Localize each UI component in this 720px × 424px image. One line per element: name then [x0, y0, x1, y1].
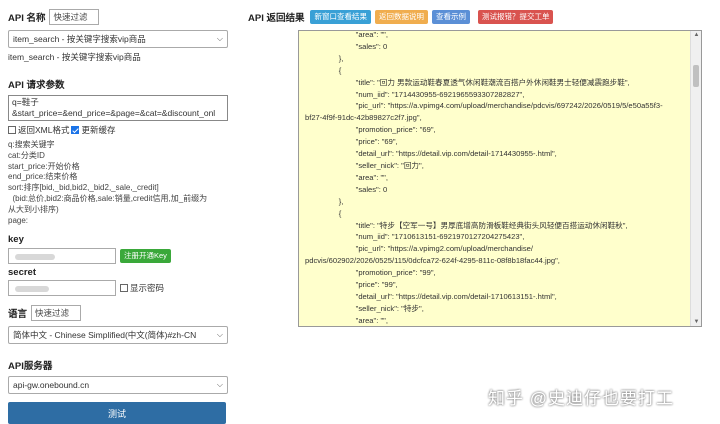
help-line: end_price:结束价格: [8, 172, 78, 182]
api-filter-input[interactable]: 快速过滤: [49, 9, 100, 25]
scrollbar[interactable]: ▲ ▼: [690, 31, 701, 326]
chevron-down-icon: ⌵: [216, 330, 223, 340]
help-line: page:: [8, 215, 29, 225]
chevron-down-icon: ⌵: [216, 380, 223, 390]
json-line: "num_iid": "1714430955-69219655933072828…: [305, 89, 525, 99]
request-panel: API 名称 快速过滤 item_search - 按关键字搜索vip商品 ⌵ …: [8, 8, 232, 424]
json-line: },: [305, 196, 344, 206]
key-label: key: [8, 234, 24, 246]
params-textarea[interactable]: q=鞋子 &start_price=&end_price=&page=&cat=&…: [8, 95, 228, 121]
scroll-up-icon[interactable]: ▲: [691, 32, 701, 38]
language-select[interactable]: 简体中文 - Chinese Simplified(中文(简体)#zh-CN ⌵: [8, 326, 228, 345]
json-line: },: [305, 53, 344, 63]
api-description: item_search - 按关键字搜索vip商品: [8, 52, 141, 62]
json-line: pdcvis/602902/2026/0525/115/0dcfca72-624…: [305, 256, 560, 266]
json-line: "area": "",: [305, 30, 388, 39]
json-line: "price": "99",: [305, 280, 398, 290]
result-toolbar: API 返回结果 新窗口查看结果 返回数据说明 查看示例 测试报错？提交工单: [248, 10, 554, 24]
result-json: "area": "", "sales": 0 }, { "title": "回力…: [305, 30, 689, 326]
secret-label: secret: [8, 267, 36, 279]
key-row: 注册开通Key: [8, 248, 232, 265]
xml-label: 返回XML格式: [18, 125, 70, 135]
api-name-row: API 名称 快速过滤: [8, 8, 232, 26]
json-line: "seller_nick": "特步",: [305, 303, 424, 313]
language-label: 语言: [8, 309, 28, 321]
json-line: "sales": 0: [305, 41, 388, 51]
language-filter-input[interactable]: 快速过滤: [31, 305, 82, 322]
json-line: "title": "回力 男款运动鞋春夏透气休闲鞋潮流百搭户外休闲鞋男士轻便减震…: [305, 77, 630, 87]
language-row: 语言 快速过滤: [8, 304, 232, 322]
json-line: {: [305, 65, 342, 75]
masked-value: [15, 254, 55, 261]
test-button[interactable]: 测试: [8, 402, 226, 424]
help-line: cat:分类ID: [8, 150, 45, 160]
json-line: "promotion_price": "69",: [305, 125, 436, 135]
api-select-value: item_search - 按关键字搜索vip商品: [13, 34, 146, 44]
help-line: start_price:开始价格: [8, 161, 80, 171]
server-select[interactable]: api-gw.onebound.cn ⌵: [8, 376, 228, 395]
key-input[interactable]: [8, 248, 116, 265]
json-line: "num_iid": "1710613151-69219701272042754…: [305, 232, 525, 242]
help-line: q:搜索关键字: [8, 140, 55, 149]
json-line: "detail_url": "https://detail.vip.com/de…: [305, 149, 557, 159]
json-line: "area": "",: [305, 315, 388, 325]
data-description-button[interactable]: 返回数据说明: [374, 10, 428, 24]
params-line-1: q=鞋子: [12, 97, 39, 107]
options-row: 返回XML格式 更新缓存: [8, 124, 232, 136]
submit-ticket-button[interactable]: 测试报错？提交工单: [477, 10, 554, 24]
open-new-window-button[interactable]: 新窗口查看结果: [310, 10, 371, 24]
scrollbar-thumb[interactable]: [693, 65, 699, 87]
server-label: API服务器: [8, 361, 53, 373]
language-select-value: 简体中文 - Chinese Simplified(中文(简体)#zh-CN: [13, 330, 197, 341]
help-line: sort:排序[bid,_bid,bid2,_bid2,_sale,_credi…: [8, 183, 159, 193]
result-textarea[interactable]: "area": "", "sales": 0 }, { "title": "回力…: [298, 30, 702, 327]
result-header: API 返回结果 新窗口查看结果 返回数据说明 查看示例 测试报错？提交工单: [248, 10, 554, 24]
show-password-label: 显示密码: [130, 283, 165, 294]
secret-row: 显示密码: [8, 280, 232, 297]
result-title: API 返回结果: [248, 13, 305, 24]
json-line: "sales": 0: [305, 184, 388, 194]
params-label: API 请求参数: [8, 80, 65, 91]
secret-input[interactable]: [8, 280, 116, 297]
view-example-button[interactable]: 查看示例: [431, 10, 470, 24]
show-password-checkbox[interactable]: [120, 284, 128, 293]
params-line-2: &start_price=&end_price=&page=&cat=&disc…: [12, 108, 216, 118]
json-line: "pic_url": "https://a.vpimg4.com/upload/…: [305, 101, 663, 111]
json-line: "pic_url": "https://a.vpimg2.com/upload/…: [305, 244, 533, 254]
api-select[interactable]: item_search - 按关键字搜索vip商品 ⌵: [8, 30, 228, 48]
json-line: "seller_nick": "回力",: [305, 160, 424, 170]
chevron-down-icon: ⌵: [216, 34, 223, 43]
cache-checkbox[interactable]: [71, 126, 80, 134]
watermark: 知乎 @史迪仔也要打工: [488, 389, 674, 408]
cache-label: 更新缓存: [81, 125, 116, 135]
register-key-button[interactable]: 注册开通Key: [120, 249, 171, 264]
json-line: "promotion_price": "99",: [305, 268, 436, 278]
json-line: "title": "特步【空军一号】男厚底增高防滑板鞋经典街头风轻便百搭运动休闲…: [305, 220, 628, 230]
json-line: bf27-4f9f-91dc-42b89827c2f7.jpg",: [305, 113, 422, 123]
scroll-down-icon[interactable]: ▼: [691, 319, 701, 325]
server-select-value: api-gw.onebound.cn: [13, 380, 90, 391]
json-line: "area": "",: [305, 172, 388, 182]
help-line: (bid:总价,bid2:商品价格,sale:销量,credit信用,加_前缀为: [8, 193, 208, 203]
api-name-label: API 名称: [8, 13, 46, 24]
xml-checkbox[interactable]: [8, 126, 16, 134]
masked-value: [15, 286, 49, 293]
param-help: q:搜索关键字 cat:分类ID start_price:开始价格 end_pr…: [8, 140, 232, 226]
json-line: "detail_url": "https://detail.vip.com/de…: [305, 291, 557, 301]
help-line: 从大到小排序): [8, 204, 59, 214]
json-line: {: [305, 208, 342, 218]
json-line: "price": "69",: [305, 137, 398, 147]
